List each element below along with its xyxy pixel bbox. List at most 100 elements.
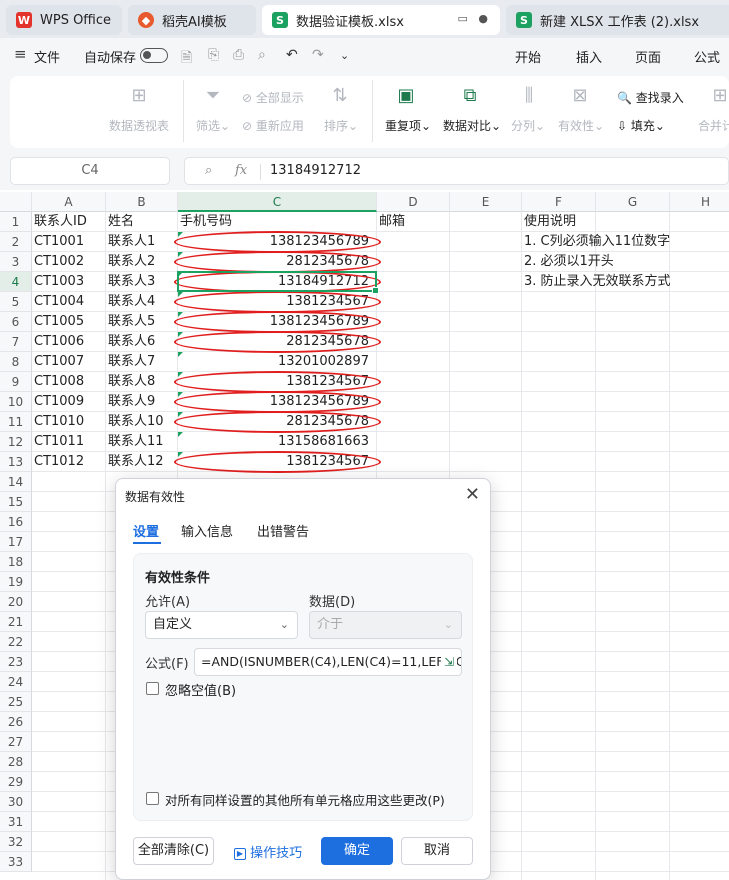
print-icon[interactable]: ⎙ [233,47,244,63]
tab-wps-office[interactable]: W WPS Office [6,5,122,35]
row-header-13[interactable]: 13 [0,452,32,472]
menu-page[interactable]: 页面 [635,47,661,66]
column-header-g[interactable]: G [596,192,670,212]
row-header-20[interactable]: 20 [0,592,32,612]
cell-contact-id[interactable]: CT1006 [34,332,104,352]
tab-active-workbook[interactable]: S 数据验证模板.xlsx ▭ ● [262,5,500,35]
row-header-29[interactable]: 29 [0,772,32,792]
zoom-icon[interactable]: ⌕ [205,163,212,178]
cell-contact-name[interactable]: 联系人9 [108,392,176,412]
cell-header-name[interactable]: 姓名 [108,212,176,232]
clear-all-button[interactable]: 全部清除(C) [133,837,214,865]
row-header-1[interactable]: 1 [0,212,32,232]
range-picker-icon[interactable]: ⇲ [441,654,457,670]
tab-docer[interactable]: ◆ 稻壳AI模板 [128,5,256,35]
menu-home[interactable]: 开始 [515,47,541,66]
compare-button[interactable]: 数据对比⌄ [443,117,501,134]
show-all-button[interactable]: ⊘ 全部显示 [242,89,304,106]
filter-button[interactable]: 筛选⌄ [196,117,230,134]
row-header-4[interactable]: 4 [0,272,32,292]
row-header-2[interactable]: 2 [0,232,32,252]
reapply-button[interactable]: ⊘ 重新应用 [242,117,304,134]
row-header-12[interactable]: 12 [0,432,32,452]
fx-icon[interactable]: fx [235,163,247,178]
pivot-table-button[interactable]: 数据透视表 [109,117,169,134]
cell-header-phone[interactable]: 手机号码 [180,212,375,232]
chevron-down-icon[interactable]: ⌄ [340,49,349,62]
fill-button[interactable]: ⇩ 填充⌄ [617,117,665,134]
ok-button[interactable]: 确定 [321,837,393,865]
cell-contact-id[interactable]: CT1005 [34,312,104,332]
column-header-b[interactable]: B [106,192,178,212]
sort-button[interactable]: 排序⌄ [324,117,358,134]
cell-contact-id[interactable]: CT1003 [34,272,104,292]
file-menu[interactable]: 文件 [34,47,60,66]
formula-field[interactable]: =AND(ISNUMBER(C4),LEN(C4)=11,LEFT(C4,1)=… [194,648,462,676]
select-all-corner[interactable] [0,192,32,212]
tab-input-message[interactable]: 输入信息 [181,521,233,540]
tab-settings[interactable]: 设置 [133,521,159,540]
cell-contact-name[interactable]: 联系人11 [108,432,176,452]
cell-header-email[interactable]: 邮箱 [379,212,448,232]
cell-contact-name[interactable]: 联系人5 [108,312,176,332]
cell-contact-name[interactable]: 联系人8 [108,372,176,392]
cell-contact-name[interactable]: 联系人12 [108,452,176,472]
row-header-28[interactable]: 28 [0,752,32,772]
close-icon[interactable]: ✕ [465,484,480,505]
row-header-32[interactable]: 32 [0,832,32,852]
split-button[interactable]: 分列⌄ [511,117,545,134]
formula-input[interactable]: 13184912712 [270,163,361,178]
row-header-7[interactable]: 7 [0,332,32,352]
row-header-26[interactable]: 26 [0,712,32,732]
save-icon[interactable]: 🗎 [181,47,192,71]
column-header-d[interactable]: D [377,192,450,212]
tab-new-workbook[interactable]: S 新建 XLSX 工作表 (2).xlsx [506,5,729,35]
export-icon[interactable]: ⎘ [208,47,219,63]
row-header-9[interactable]: 9 [0,372,32,392]
instruction-text[interactable]: 3. 防止录入无效联系方式 [524,272,724,292]
row-header-16[interactable]: 16 [0,512,32,532]
row-header-5[interactable]: 5 [0,292,32,312]
row-header-33[interactable]: 33 [0,852,32,872]
column-header-e[interactable]: E [450,192,522,212]
row-header-24[interactable]: 24 [0,672,32,692]
row-header-23[interactable]: 23 [0,652,32,672]
cell-contact-id[interactable]: CT1008 [34,372,104,392]
menu-formula[interactable]: 公式 [694,47,720,66]
row-header-22[interactable]: 22 [0,632,32,652]
cell-contact-id[interactable]: CT1004 [34,292,104,312]
instruction-text[interactable]: 2. 必须以1开头 [524,252,724,272]
cell-phone[interactable]: 13158681663 [180,432,375,452]
redo-icon[interactable]: ↷ [312,47,324,63]
window-controls-icon[interactable]: ▭ ● [458,12,488,25]
cell-contact-name[interactable]: 联系人1 [108,232,176,252]
cancel-button[interactable]: 取消 [401,837,473,865]
tips-link[interactable]: ▶ 操作技巧 [234,842,302,861]
row-header-17[interactable]: 17 [0,532,32,552]
row-header-21[interactable]: 21 [0,612,32,632]
cell-header-instructions[interactable]: 使用说明 [524,212,724,232]
row-header-30[interactable]: 30 [0,792,32,812]
cell-contact-id[interactable]: CT1009 [34,392,104,412]
cell-contact-id[interactable]: CT1001 [34,232,104,252]
cell-contact-name[interactable]: 联系人7 [108,352,176,372]
row-header-18[interactable]: 18 [0,552,32,572]
column-header-c[interactable]: C [178,192,377,212]
row-header-11[interactable]: 11 [0,412,32,432]
undo-icon[interactable]: ↶ [286,47,298,63]
name-box[interactable]: C4 [10,157,170,185]
row-header-31[interactable]: 31 [0,812,32,832]
allow-select[interactable]: 自定义 ⌄ [145,611,298,639]
column-header-a[interactable]: A [32,192,106,212]
menu-insert[interactable]: 插入 [576,47,602,66]
row-header-15[interactable]: 15 [0,492,32,512]
row-header-25[interactable]: 25 [0,692,32,712]
duplicates-button[interactable]: 重复项⌄ [385,117,431,134]
autosave-toggle[interactable] [140,48,168,63]
cell-contact-name[interactable]: 联系人10 [108,412,176,432]
cell-contact-id[interactable]: CT1011 [34,432,104,452]
row-header-19[interactable]: 19 [0,572,32,592]
print-preview-icon[interactable]: ⌕ [258,47,266,63]
cell-contact-name[interactable]: 联系人4 [108,292,176,312]
cell-contact-id[interactable]: CT1007 [34,352,104,372]
